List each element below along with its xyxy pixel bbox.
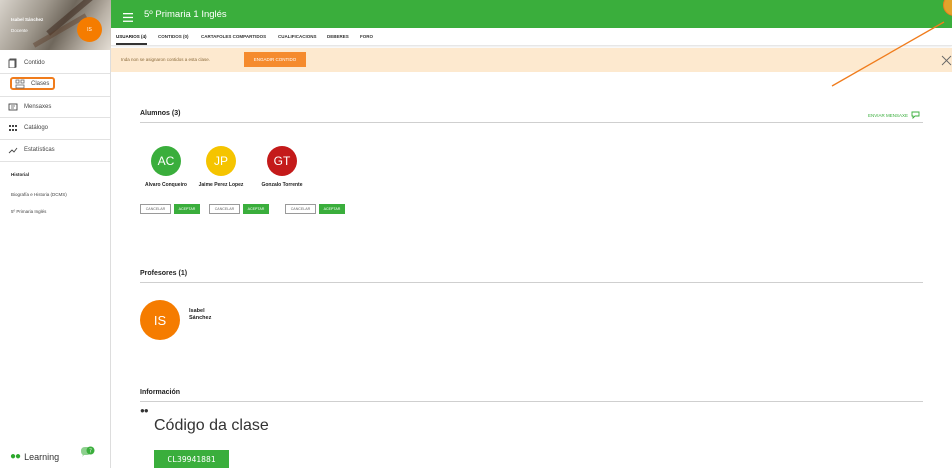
teachers-title: Profesores (1) [140,270,188,277]
teacher-name: Isabel Sánchez [189,308,211,322]
sidebar-item-label: Catálogo [24,125,49,131]
sidebar-item-catalogo[interactable]: Catálogo [7,120,48,136]
tab-foro[interactable]: FORO [360,34,373,39]
avatar: GT [267,146,297,176]
student-card-ac: AC Alvaro Conqueiro [141,146,191,188]
sidebar-item-estatisticas[interactable]: Estatísticas [7,142,55,158]
sidebar-item-contido[interactable]: Contido [7,55,45,71]
sidebar-item-label: Contido [24,60,45,66]
accept-button[interactable]: ACEPTAR [243,204,269,214]
accept-button[interactable]: ACEPTAR [319,204,345,214]
history-item-primaria[interactable]: 5º Primaria Inglés [11,209,46,214]
sidebar-item-clases[interactable]: Clases [10,77,56,90]
avatar: AC [151,146,181,176]
teacher-avatar: IS [140,300,180,340]
profile-name: Isabel Sánchez [11,17,44,22]
profile-header[interactable]: Isabel Sánchez Docente IS [0,0,111,50]
history-title: Historial [11,172,30,177]
student-actions-gt: CANCELAR ACEPTAR [285,204,345,214]
tab-usuarios[interactable]: USUARIOS (4) [116,34,147,45]
send-message-label: ENVIAR MENSAXE [868,112,909,118]
send-message-link[interactable]: ENVIAR MENSAXE [868,111,920,119]
cancel-button[interactable]: CANCELAR [285,204,316,214]
brand-name: Learning [24,451,60,462]
sidebar-item-label: Clases [31,80,50,87]
teacher-last-name: Sánchez [189,315,212,321]
cancel-button[interactable]: CANCELAR [140,204,171,214]
notice-text: Inda non se asignaron contidos a esta cl… [121,57,211,62]
classes-icon [14,78,26,90]
user-menu-avatar[interactable] [943,0,952,16]
sidebar: Isabel Sánchez Docente IS Contido Clases… [0,0,111,468]
profile-avatar[interactable]: IS [77,17,102,42]
sidebar-item-mensaxes[interactable]: Mensaxes [7,99,51,115]
student-name: Gonzalo Torrente [261,182,303,188]
tab-contidos[interactable]: CONTIDOS (0) [158,34,189,39]
content-icon [7,57,19,69]
student-card-gt: GT Gonzalo Torrente [257,146,307,188]
add-content-button[interactable]: ENGADIR CONTIDO [244,52,306,67]
tab-bar: USUARIOS (4) CONTIDOS (0) CARTAFOLES COM… [111,28,952,46]
notice-banner: Inda non se asignaron contidos a esta cl… [111,48,952,72]
messages-icon [7,101,19,113]
chat-badge-count: 7 [89,449,92,455]
brand-dots-icon: ●● [140,406,149,415]
student-card-jp: JP Jaime Perez Lopez [196,146,246,188]
profile-role: Docente [11,28,28,33]
teacher-first-name: Isabel [189,308,205,314]
sidebar-item-label: Mensaxes [24,104,52,110]
tab-cualificacions[interactable]: CUALIFICACIONS [278,34,317,39]
brand-logo: ●● Learning [10,451,59,462]
statistics-icon [7,144,19,156]
tab-deberes[interactable]: DEBERES [327,34,349,39]
chat-badge-icon[interactable]: 7 [80,446,95,459]
catalog-icon [7,122,19,134]
main-content: Alumnos (3) ENVIAR MENSAXE AC Alvaro Con… [111,72,952,468]
info-title: Información [140,389,181,396]
student-actions-jp: CANCELAR ACEPTAR [209,204,269,214]
accept-button[interactable]: ACEPTAR [174,204,200,214]
page-title: 5º Primaria 1 Inglés [144,9,227,20]
brand-dots-icon: ●● [10,451,21,462]
avatar: JP [206,146,236,176]
tab-cartafoles[interactable]: CARTAFOLES COMPARTIDOS [201,34,266,39]
class-code-badge: CL39941881 [154,450,229,468]
cancel-button[interactable]: CANCELAR [209,204,240,214]
student-actions-ac: CANCELAR ACEPTAR [140,204,200,214]
student-name: Alvaro Conqueiro [145,182,187,188]
menu-icon[interactable] [123,9,133,27]
close-icon[interactable] [941,53,952,66]
student-name: Jaime Perez Lopez [198,182,244,188]
students-title: Alumnos (3) [140,110,181,117]
sidebar-item-label: Estatísticas [24,147,55,153]
top-bar: 5º Primaria 1 Inglés [111,0,952,28]
send-message-icon [911,111,920,119]
class-code-title: Código da clase [154,417,269,434]
history-item-biografia[interactable]: Biografía e Historia (DCMS) [11,192,67,197]
